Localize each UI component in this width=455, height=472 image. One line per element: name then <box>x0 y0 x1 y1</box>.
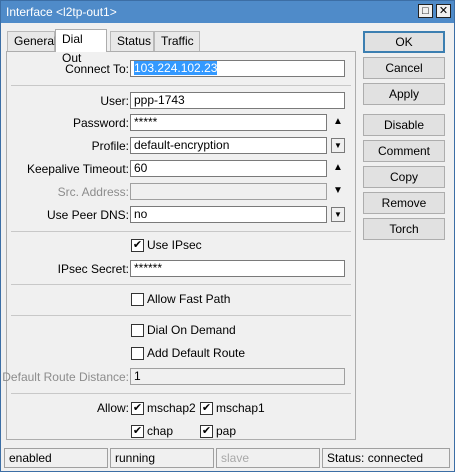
use-peer-dns-label: Use Peer DNS: <box>46 208 129 222</box>
allow-label: Allow: <box>96 401 129 415</box>
connect-to-input[interactable]: 103.224.102.23 <box>130 60 345 77</box>
add-default-route-checkbox[interactable] <box>131 347 144 360</box>
status-enabled: enabled <box>4 448 108 468</box>
tab-status[interactable]: Status <box>110 31 154 51</box>
torch-button[interactable]: Torch <box>363 218 445 240</box>
tab-general[interactable]: General <box>7 31 57 51</box>
mschap1-checkbox[interactable]: ✔ <box>200 402 213 415</box>
disable-button[interactable]: Disable <box>363 114 445 136</box>
separator <box>11 284 351 285</box>
status-running: running <box>110 448 214 468</box>
ok-button[interactable]: OK <box>363 31 445 53</box>
keepalive-collapse-icon[interactable]: ▲ <box>331 161 345 175</box>
dial-out-panel: Connect To: 103.224.102.23 User: ppp-174… <box>2 51 356 440</box>
use-ipsec-label: Use IPsec <box>147 238 202 252</box>
chap-checkbox[interactable]: ✔ <box>131 425 144 438</box>
src-address-label: Src. Address: <box>57 185 129 199</box>
separator <box>11 393 351 394</box>
add-default-route-label: Add Default Route <box>147 346 246 360</box>
use-peer-dns-dropdown-icon[interactable]: ▼ <box>331 207 345 222</box>
default-route-distance-label: Default Route Distance: <box>2 370 129 384</box>
tab-dial-out[interactable]: Dial Out <box>55 29 107 65</box>
profile-label: Profile: <box>91 139 129 153</box>
pap-checkbox[interactable]: ✔ <box>200 425 213 438</box>
user-label: User: <box>100 94 129 108</box>
profile-select[interactable]: default-encryption <box>130 137 327 154</box>
keepalive-label: Keepalive Timeout: <box>26 162 129 176</box>
restore-button[interactable]: □ <box>418 4 433 18</box>
title-bar[interactable]: Interface <l2tp-out1> □ ✕ <box>1 1 454 23</box>
separator <box>11 315 351 316</box>
mschap2-label: mschap2 <box>147 401 196 415</box>
password-input[interactable]: ***** <box>130 114 327 131</box>
separator <box>11 85 351 86</box>
ipsec-secret-input[interactable]: ****** <box>130 260 345 277</box>
tab-traffic[interactable]: Traffic <box>154 31 200 51</box>
separator <box>11 231 351 232</box>
pap-label: pap <box>216 424 237 438</box>
mschap2-checkbox[interactable]: ✔ <box>131 402 144 415</box>
src-address-expand-icon[interactable]: ▼ <box>331 184 345 198</box>
apply-button[interactable]: Apply <box>363 83 445 105</box>
remove-button[interactable]: Remove <box>363 192 445 214</box>
window-title: Interface <l2tp-out1> <box>6 5 117 19</box>
use-ipsec-checkbox[interactable]: ✔ <box>131 239 144 252</box>
chap-label: chap <box>147 424 174 438</box>
default-route-distance-input[interactable]: 1 <box>130 368 345 385</box>
dial-on-demand-label: Dial On Demand <box>147 323 236 337</box>
interface-window: Interface <l2tp-out1> □ ✕ General Dial O… <box>0 0 455 472</box>
password-collapse-icon[interactable]: ▲ <box>331 115 345 129</box>
status-slave: slave <box>216 448 320 468</box>
dial-on-demand-checkbox[interactable] <box>131 324 144 337</box>
status-connection: Status: connected <box>322 448 450 468</box>
copy-button[interactable]: Copy <box>363 166 445 188</box>
user-input[interactable]: ppp-1743 <box>130 92 345 109</box>
close-button[interactable]: ✕ <box>436 4 451 18</box>
src-address-input[interactable] <box>130 183 327 200</box>
keepalive-input[interactable]: 60 <box>130 160 327 177</box>
allow-fast-path-label: Allow Fast Path <box>147 292 231 306</box>
password-label: Password: <box>72 116 129 130</box>
profile-dropdown-icon[interactable]: ▼ <box>331 138 345 153</box>
ipsec-secret-label: IPsec Secret: <box>57 262 129 276</box>
cancel-button[interactable]: Cancel <box>363 57 445 79</box>
allow-fast-path-checkbox[interactable] <box>131 293 144 306</box>
mschap1-label: mschap1 <box>216 401 265 415</box>
comment-button[interactable]: Comment <box>363 140 445 162</box>
use-peer-dns-select[interactable]: no <box>130 206 327 223</box>
